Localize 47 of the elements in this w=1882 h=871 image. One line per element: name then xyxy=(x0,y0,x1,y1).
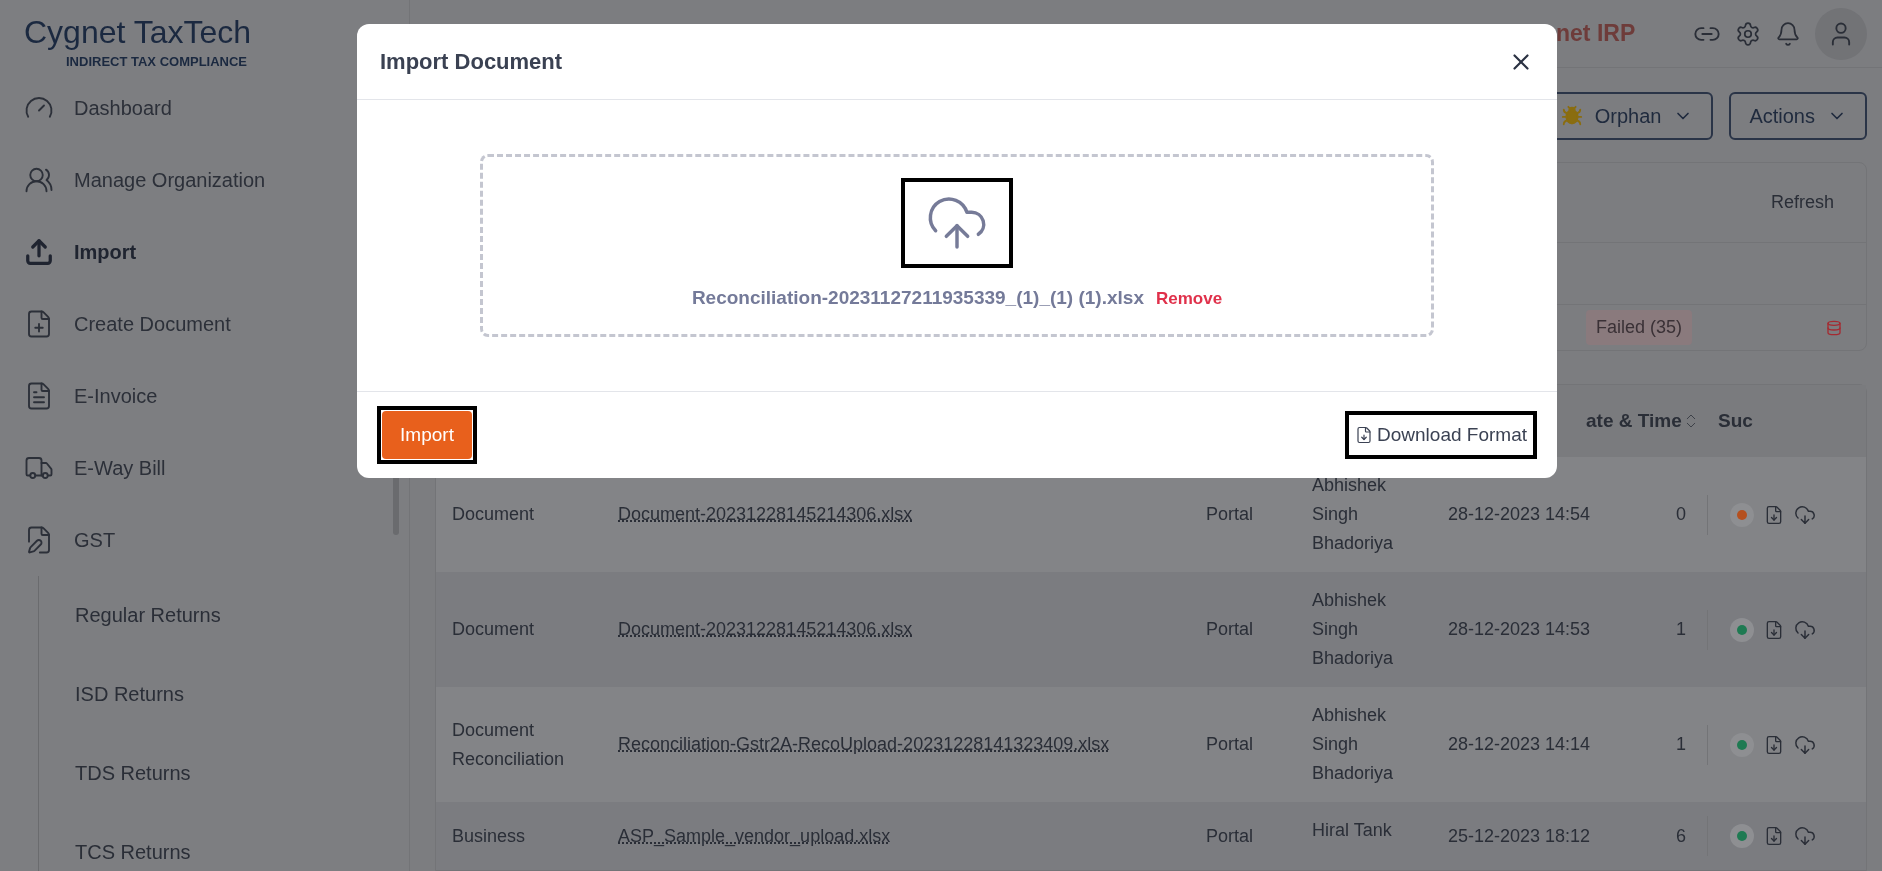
table-cell-text: Portal xyxy=(1206,618,1255,641)
product-name: net IRP xyxy=(1556,19,1636,49)
nav-subitem[interactable]: ISD Returns xyxy=(39,654,409,734)
table-cell-text: Abhishek Singh Bhadoriya xyxy=(1312,704,1395,785)
nav-subitem[interactable]: TCS Returns xyxy=(39,812,409,871)
file-link[interactable]: Document-20231228145214306.xlsx xyxy=(618,619,913,639)
refresh-link[interactable]: Refresh xyxy=(1770,189,1834,217)
column-header[interactable]: ate & Time xyxy=(1586,406,1706,436)
nav-item[interactable]: Manage Organization xyxy=(0,143,274,216)
file-link[interactable]: Document-20231228145214306.xlsx xyxy=(618,504,913,524)
toolbar-button[interactable]: Actions xyxy=(1729,92,1867,141)
file-link[interactable]: Reconciliation-Gstr2A-RecoUpload-20231228141323409.xlsx xyxy=(618,734,1110,754)
nav-item[interactable]: Import xyxy=(0,215,145,288)
table-cell-text: Abhishek Singh Bhadoriya xyxy=(1312,474,1395,555)
table-cell-text: Hiral Tank xyxy=(1312,819,1393,842)
remove-link[interactable]: Remove xyxy=(1155,285,1223,312)
table-cell-text: 1 xyxy=(1676,618,1687,641)
table-cell-text: Portal xyxy=(1206,503,1255,526)
nav-item[interactable]: E-Invoice xyxy=(0,359,166,432)
nav-item[interactable]: Dashboard xyxy=(0,71,180,144)
table-cell-text: Document xyxy=(451,618,536,641)
table-cell-text: 1 xyxy=(1676,733,1687,756)
table-cell-text: Abhishek Singh Bhadoriya xyxy=(1312,589,1395,670)
table-cell-text: 6 xyxy=(1676,824,1687,848)
failed-badge[interactable]: Failed (35) xyxy=(1586,310,1693,345)
table-cell-text: Document Reconciliation xyxy=(451,718,566,771)
dialog-title: Import Document xyxy=(380,48,563,76)
nav-subitem[interactable]: Regular Returns xyxy=(39,575,409,655)
file-name: Reconciliation-20231127211935339_(1)_(1) (1).xlsx xyxy=(691,286,1144,311)
nav-item[interactable]: Create Document xyxy=(0,287,239,360)
table-cell-text: 0 xyxy=(1676,503,1687,526)
table-cell-text: 28-12-2023 14:54 xyxy=(1448,503,1592,526)
table-cell-text: Portal xyxy=(1206,733,1255,756)
table-cell-text: Business xyxy=(451,824,527,848)
table-cell-text: Document xyxy=(451,503,536,526)
nav-item[interactable]: E-Way Bill xyxy=(0,431,174,504)
nav-item[interactable]: GST xyxy=(0,503,124,576)
logo-title: Cygnet TaxTech xyxy=(24,13,253,52)
table-cell-text: 28-12-2023 14:53 xyxy=(1448,618,1592,641)
import-button[interactable]: Import xyxy=(382,411,472,459)
table-cell-text: Portal xyxy=(1206,824,1255,848)
drop-zone[interactable]: Reconciliation-20231127211935339_(1)_(1) (1).xlsx Remove xyxy=(480,154,1434,337)
nav-subitem[interactable]: TDS Returns xyxy=(39,733,409,813)
file-link[interactable]: ASP_Sample_vendor_upload.xlsx xyxy=(618,825,891,846)
table-cell-text: 25-12-2023 18:12 xyxy=(1448,824,1592,848)
table-cell-text: 28-12-2023 14:14 xyxy=(1448,733,1592,756)
column-header: Suc xyxy=(1717,408,1754,433)
